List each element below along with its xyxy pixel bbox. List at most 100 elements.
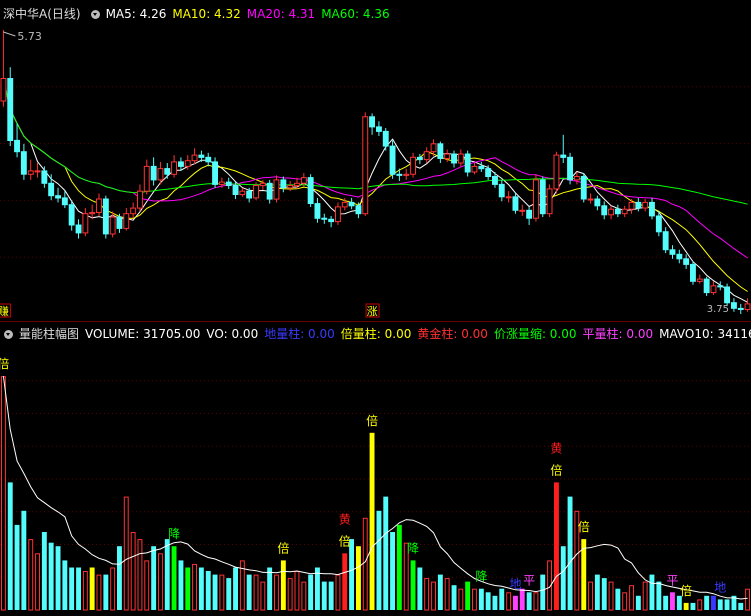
candle-body xyxy=(143,165,150,192)
volume-panel-header: 量能柱幅图 VOLUME: 31705.00 VO: 0.00 地量柱: 0.0… xyxy=(0,324,751,344)
volume-bar-down xyxy=(164,539,170,610)
volume-bar-highlight xyxy=(280,560,286,610)
volume-bar-down xyxy=(69,567,75,610)
candle-body xyxy=(690,263,696,282)
candle-body xyxy=(116,216,123,229)
candle-body xyxy=(560,154,567,158)
volume-signal-label: 倍 xyxy=(277,540,289,555)
volume-bar-up xyxy=(260,581,266,611)
volume-bar-up xyxy=(608,581,614,611)
volume-bar-up xyxy=(506,592,512,611)
volume-signal-label: 倍 xyxy=(578,519,590,534)
candle-body xyxy=(662,231,669,251)
volume-bar-highlight xyxy=(513,595,518,610)
candle-body xyxy=(649,201,655,217)
volume-bar-down xyxy=(499,588,505,610)
candle-body xyxy=(34,170,41,173)
volume-bar-up xyxy=(123,496,129,611)
volume-bar-up xyxy=(287,578,293,611)
candle-body xyxy=(348,201,355,207)
panel-divider[interactable] xyxy=(0,321,751,322)
candle-body xyxy=(389,145,396,175)
candle-body xyxy=(0,78,7,102)
candle-body xyxy=(137,190,143,209)
volume-bar-down xyxy=(663,595,669,610)
volume-signal-label: 倍 xyxy=(339,533,351,548)
candle-body xyxy=(335,206,341,223)
flat-volume-readout: 平量柱: 0.00 xyxy=(582,327,654,341)
volume-bar-up xyxy=(35,553,40,611)
candle-body xyxy=(396,173,403,176)
candle-body xyxy=(423,151,430,161)
volume-bar-down xyxy=(451,585,457,610)
volume-bar-up xyxy=(253,574,259,611)
volume-bar-up xyxy=(362,517,368,611)
volume-bar-up xyxy=(629,585,634,611)
candle-body xyxy=(601,205,608,216)
volume-bar-down xyxy=(601,578,607,610)
candle-body xyxy=(519,209,526,212)
candle-body xyxy=(314,203,321,219)
volume-signal-label: 倍 xyxy=(550,462,562,477)
candle-body xyxy=(246,190,253,199)
candle-body xyxy=(198,154,205,158)
security-title[interactable]: 深中华A(日线) xyxy=(3,4,81,24)
candle-body xyxy=(328,218,335,223)
candle-body xyxy=(109,216,116,235)
volume-bar-up xyxy=(424,578,430,611)
candle-body xyxy=(259,182,266,187)
candle-body xyxy=(273,179,280,200)
volume-bar-down xyxy=(738,602,744,610)
candle-body xyxy=(178,161,184,167)
candle-body xyxy=(703,278,710,294)
candle-body xyxy=(573,176,580,181)
volume-bar-up xyxy=(192,563,198,611)
candle-body xyxy=(430,143,437,153)
vo-readout: VO: 0.00 xyxy=(206,327,259,341)
volume-bar-down xyxy=(321,581,327,610)
volume-bar-down xyxy=(437,574,443,610)
volume-bar-down xyxy=(485,592,491,610)
candle-body xyxy=(744,303,751,310)
volume-readout: VOLUME: 31705.00 xyxy=(85,327,201,341)
ma10-line xyxy=(2,78,748,292)
candle-body xyxy=(382,130,389,147)
candle-body xyxy=(457,153,464,164)
volume-signal-label: 地 xyxy=(509,577,521,591)
volume-bar-highlight xyxy=(89,567,95,610)
candle-body xyxy=(362,116,369,215)
indicator-menu-icon[interactable] xyxy=(90,9,100,19)
candle-body xyxy=(232,185,239,195)
volume-signal-label: 倍 xyxy=(366,413,378,428)
candle-body xyxy=(437,143,444,160)
volume-bar-up xyxy=(137,539,143,611)
volume-bar-up xyxy=(28,539,34,611)
candle-body xyxy=(628,201,635,210)
volume-bar-down xyxy=(349,539,354,610)
candle-body xyxy=(20,151,27,175)
candle-body xyxy=(642,201,649,209)
volume-bar-down xyxy=(656,581,662,610)
volume-menu-icon[interactable] xyxy=(4,329,13,339)
volume-bar-down xyxy=(724,599,730,610)
volume-bar-down xyxy=(7,482,13,610)
candle-body xyxy=(96,198,102,213)
candle-body xyxy=(212,161,219,185)
candle-body xyxy=(416,156,423,161)
ground-volume-readout: 地量柱: 0.00 xyxy=(264,327,335,341)
price-chart[interactable]: 5.73 3.75 赚 涨 xyxy=(0,24,751,320)
volume-signal-label: 地 xyxy=(714,580,726,594)
volume-bar-down xyxy=(635,595,641,610)
volume-bar-down xyxy=(383,496,389,610)
volume-bar-up xyxy=(335,574,341,611)
candle-body xyxy=(294,182,300,187)
volume-chart[interactable]: 倍降倍黄倍倍降降地 平黄倍倍平倍地 xyxy=(0,344,751,614)
ma60-line xyxy=(2,78,748,205)
volume-bar-down xyxy=(212,574,218,610)
volume-panel-title[interactable]: 量能柱幅图 xyxy=(19,324,79,344)
candle-body xyxy=(478,165,485,170)
candle-body xyxy=(546,188,553,215)
volume-bar-up xyxy=(697,599,703,611)
candle-body xyxy=(594,198,601,207)
mavo10-readout: MAVO10: 34116.09 xyxy=(659,327,751,341)
